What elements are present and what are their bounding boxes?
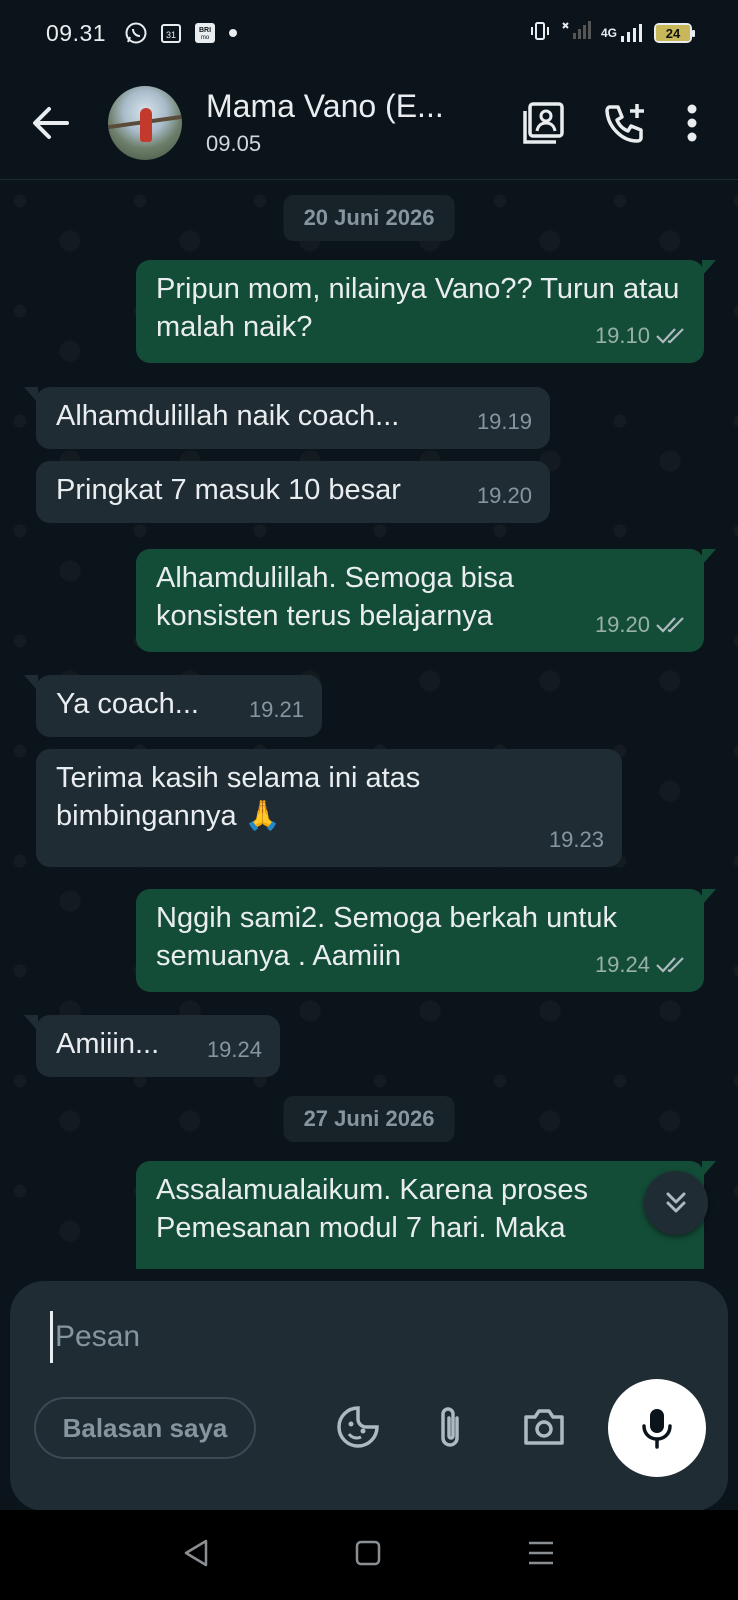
message-text: Alhamdulillah naik coach... <box>56 400 400 432</box>
date-separator: 20 Juni 2026 <box>283 195 455 241</box>
scroll-to-bottom-button[interactable] <box>644 1171 708 1235</box>
svg-text:BRI: BRI <box>199 27 211 34</box>
signal-4g-icon: 4G <box>601 22 644 44</box>
double-check-icon <box>656 327 686 345</box>
message-text: Alhamdulillah. Semoga bisa konsisten ter… <box>156 562 514 632</box>
attach-icon[interactable] <box>424 1401 476 1453</box>
message-time: 19.20 <box>476 483 532 508</box>
voice-record-button[interactable] <box>608 1379 706 1477</box>
whatsapp-icon <box>124 21 148 45</box>
brimo-icon: BRI mo <box>194 22 216 44</box>
double-chevron-down-icon <box>666 1192 686 1213</box>
message-time: 19.23 <box>548 827 604 852</box>
chat-area[interactable]: 20 Juni 2026 Pripun mom, nilainya Vano??… <box>0 181 738 1269</box>
recents-nav-icon[interactable] <box>526 1539 556 1572</box>
more-options-icon[interactable] <box>686 103 698 143</box>
back-button[interactable] <box>20 93 80 153</box>
add-call-icon[interactable] <box>604 101 648 145</box>
home-nav-icon[interactable] <box>354 1539 382 1572</box>
message-incoming[interactable]: Alhamdulillah naik coach... 19.19 <box>24 387 550 449</box>
message-time: 19.24 <box>206 1037 262 1062</box>
double-check-icon <box>656 956 686 974</box>
message-outgoing[interactable]: Pripun mom, nilainya Vano?? Turun atau m… <box>136 260 716 363</box>
camera-icon[interactable] <box>518 1401 570 1453</box>
last-seen: 09.05 <box>206 131 262 156</box>
calendar-day: 31 <box>166 30 176 40</box>
contact-name: Mama Vano (E... <box>206 88 444 124</box>
message-text: Pringkat 7 masuk 10 besar <box>56 474 401 506</box>
message-time: 19.24 <box>594 952 650 977</box>
sticker-icon[interactable] <box>332 1401 384 1453</box>
status-time: 09.31 <box>46 19 107 46</box>
message-outgoing[interactable]: Assalamualaikum. Karena proses Pemesanan… <box>136 1161 716 1269</box>
microphone-icon <box>642 1409 672 1449</box>
message-incoming[interactable]: Amiiin... 19.24 <box>24 1015 280 1077</box>
network-label: 4G <box>600 26 617 40</box>
chat-header: Mama Vano (E... 09.05 <box>0 66 738 180</box>
system-nav-bar <box>0 1510 738 1600</box>
message-outgoing[interactable]: Nggih sami2. Semoga berkah untuk semuany… <box>136 889 716 992</box>
message-incoming[interactable]: Pringkat 7 masuk 10 besar 19.20 <box>36 461 550 523</box>
message-composer: Balasan saya <box>10 1281 728 1511</box>
back-nav-icon[interactable] <box>182 1538 210 1573</box>
status-bar: 09.31 31 BRI mo 4G 24 <box>0 0 738 66</box>
battery-icon: 24 <box>654 23 695 43</box>
message-time: 19.19 <box>476 409 532 434</box>
vibrate-icon <box>529 20 551 47</box>
svg-text:mo: mo <box>201 35 210 41</box>
quick-reply-chip[interactable]: Balasan saya <box>34 1397 256 1459</box>
contact-info[interactable]: Mama Vano (E... 09.05 <box>206 88 464 157</box>
calendar-icon: 31 <box>160 22 182 44</box>
message-text: Terima kasih selama ini atas bimbinganny… <box>56 762 421 832</box>
message-time: 19.21 <box>248 697 304 722</box>
message-time: 19.10 <box>594 323 650 348</box>
message-outgoing[interactable]: Alhamdulillah. Semoga bisa konsisten ter… <box>136 549 716 652</box>
contact-card-icon[interactable] <box>522 101 566 145</box>
contact-avatar[interactable] <box>108 85 182 160</box>
dot-icon <box>228 28 238 38</box>
date-separator: 27 Juni 2026 <box>283 1096 455 1142</box>
battery-level: 24 <box>656 25 690 41</box>
message-incoming[interactable]: Ya coach... 19.21 <box>24 675 322 737</box>
signal-icon <box>561 19 591 47</box>
message-input[interactable] <box>50 1311 670 1363</box>
message-text: Assalamualaikum. Karena proses Pemesanan… <box>156 1174 588 1244</box>
message-time: 19.20 <box>594 612 650 637</box>
arrow-left-icon <box>33 106 69 139</box>
double-check-icon <box>656 616 686 634</box>
message-incoming[interactable]: Terima kasih selama ini atas bimbinganny… <box>36 749 622 867</box>
